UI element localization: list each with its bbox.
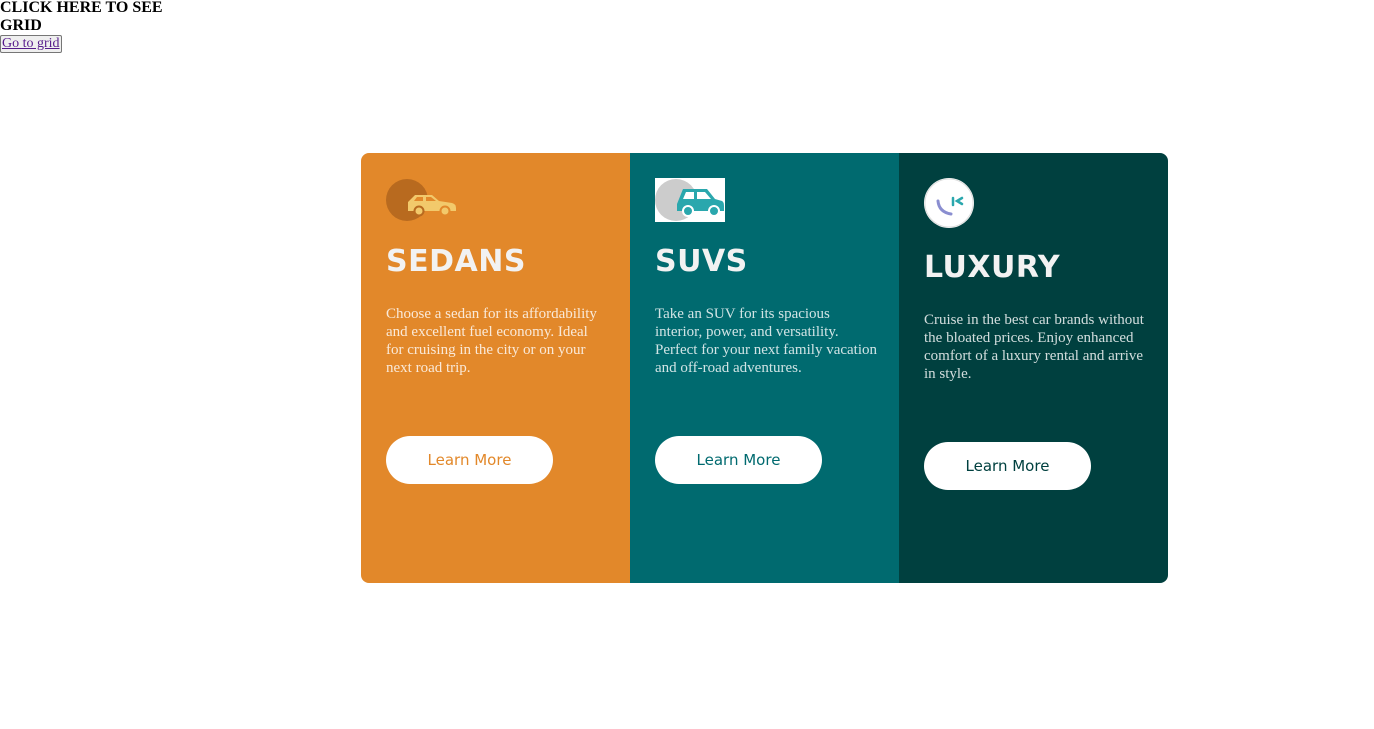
card-title-sedans: SEDANS: [386, 244, 526, 279]
learn-more-sedans-button[interactable]: Learn More: [386, 436, 553, 484]
card-text-sedans: Choose a sedan for its affordability and…: [386, 306, 597, 376]
learn-more-suvs-button[interactable]: Learn More: [655, 436, 822, 484]
car-categories-cards: SEDANS Choose a sedan for its affordabil…: [361, 153, 1168, 583]
card-title-luxury: LUXURY: [924, 250, 1061, 285]
card-text-suvs: Take an SUV for its spacious interior, p…: [655, 306, 877, 376]
go-to-grid-button[interactable]: Go to grid: [0, 35, 62, 53]
card-suvs: SUVS Take an SUV for its spacious interi…: [630, 153, 899, 583]
sedan-car-icon: [386, 178, 458, 227]
page-heading: CLICK HERE TO SEE GRID: [0, 0, 163, 34]
suv-car-icon: [655, 178, 725, 227]
card-text-luxury: Cruise in the best car brands without th…: [924, 312, 1144, 382]
card-sedans: SEDANS Choose a sedan for its affordabil…: [361, 153, 630, 583]
luxury-brand-icon: [924, 178, 974, 233]
card-title-suvs: SUVS: [655, 244, 748, 279]
learn-more-luxury-button[interactable]: Learn More: [924, 442, 1091, 490]
card-luxury: LUXURY Cruise in the best car brands wit…: [899, 153, 1168, 583]
